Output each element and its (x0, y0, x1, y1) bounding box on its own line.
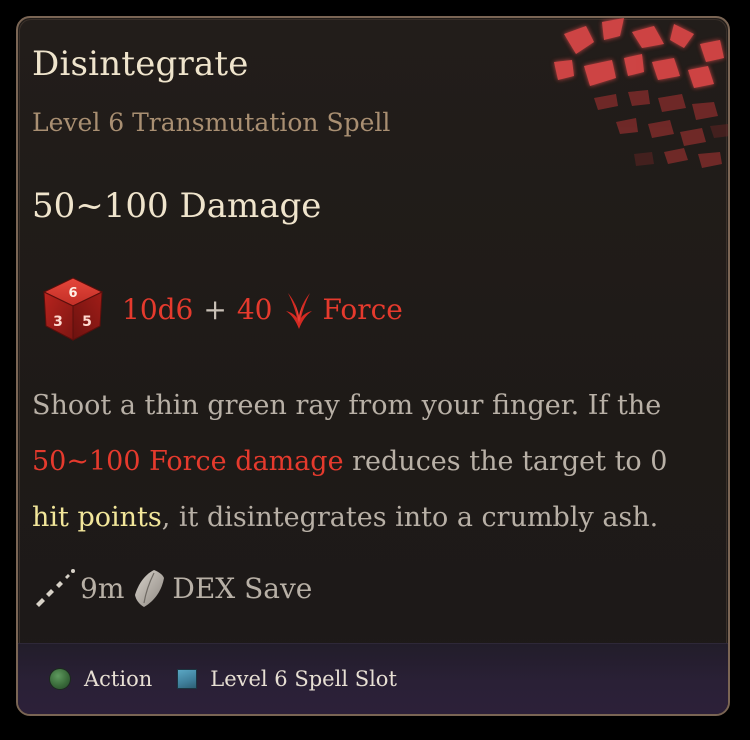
damage-heading: 50~100 Damage (32, 186, 322, 226)
action-cost: Action (50, 667, 152, 691)
damage-bonus: 40 (236, 292, 273, 326)
spell-description: Shoot a thin green ray from your finger.… (32, 378, 702, 546)
damage-plus: + (203, 292, 227, 326)
description-text-2: reduces the target to 0 (343, 446, 668, 477)
school-rune-art-icon (554, 18, 728, 168)
description-damage-highlight: 50~100 Force damage (32, 446, 344, 477)
hit-points-link[interactable]: hit points (32, 502, 162, 533)
spell-slot-label: Level 6 Spell Slot (210, 667, 397, 691)
svg-text:3: 3 (53, 314, 63, 330)
shield-icon (135, 570, 165, 607)
spell-tooltip-card: Disintegrate Level 6 Transmutation Spell… (16, 16, 730, 716)
spell-stats-row: 9m DEX Save (32, 566, 312, 610)
range-icon (36, 569, 75, 607)
saving-throw: DEX Save (172, 571, 313, 605)
spell-slot-icon (178, 670, 197, 688)
svg-text:6: 6 (68, 286, 77, 301)
cost-footer: Action Level 6 Spell Slot (18, 643, 728, 714)
description-text-3: , it disintegrates into a crumbly ash. (161, 502, 659, 533)
description-text-1: Shoot a thin green ray from your finger.… (32, 390, 662, 421)
damage-type: Force (322, 292, 403, 326)
force-damage-icon (286, 293, 313, 329)
damage-dice: 10d6 (122, 292, 194, 326)
action-circle-icon (50, 669, 70, 689)
spell-title: Disintegrate (32, 44, 249, 84)
svg-text:5: 5 (82, 314, 92, 330)
spell-subtitle: Level 6 Transmutation Spell (32, 108, 391, 137)
range-value: 9m (80, 571, 125, 605)
d6-dice-icon: 6 3 5 (42, 277, 104, 341)
damage-roll-row: 6 3 5 10d6 + 40 Force (38, 274, 403, 344)
spell-slot-cost: Level 6 Spell Slot (178, 667, 397, 691)
action-label: Action (84, 667, 153, 691)
